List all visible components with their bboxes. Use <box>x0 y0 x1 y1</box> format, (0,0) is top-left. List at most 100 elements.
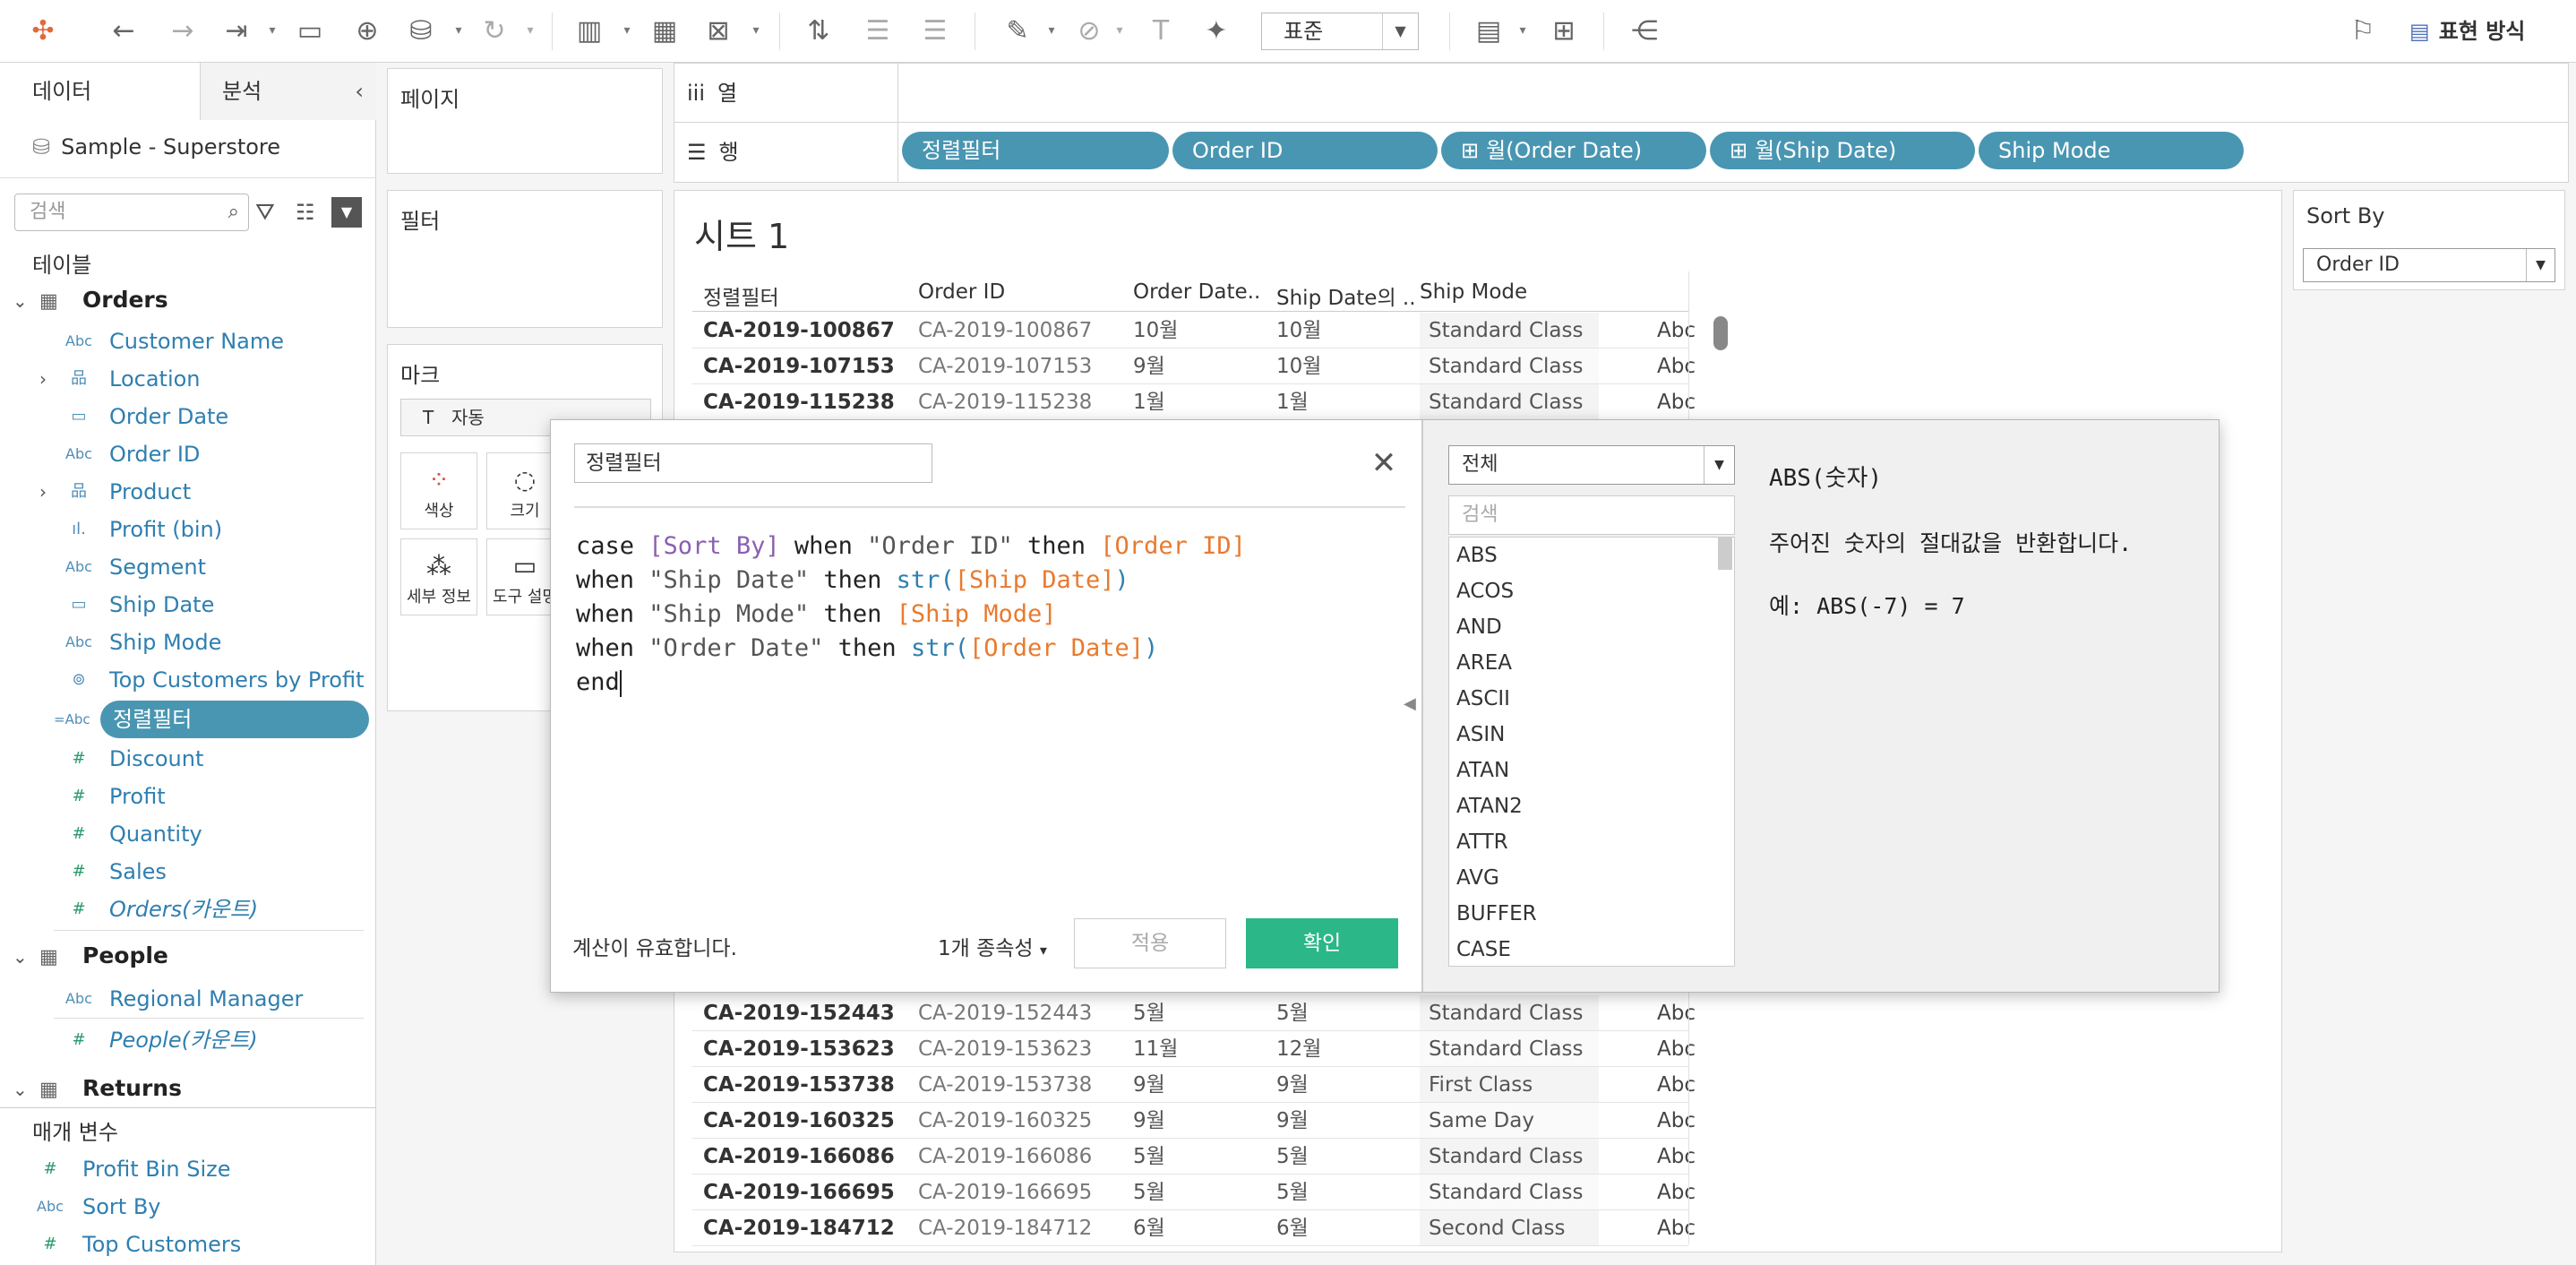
sort-ascending-icon[interactable]: ☰ <box>860 13 896 49</box>
table-row[interactable]: CA-2019-153738 CA-2019-153738 9월 9월 First Cl… <box>692 1067 2371 1103</box>
highlight-icon[interactable]: ✎ <box>1000 13 1035 49</box>
header-order-id[interactable]: Order ID <box>918 280 1005 304</box>
swap-rows-columns-icon[interactable]: ⇅ <box>801 13 837 49</box>
sort-descending-icon[interactable]: ☰ <box>917 13 953 49</box>
function-item[interactable]: ATAN2 <box>1456 788 1523 824</box>
view-size-select[interactable]: 표준 ▼ <box>1261 13 1419 50</box>
function-search-input[interactable]: 검색 <box>1448 495 1735 535</box>
table-row[interactable]: CA-2019-115238 CA-2019-115238 1월 1월 Standard… <box>692 384 2371 420</box>
tab-analysis[interactable]: 분석 <box>201 63 376 120</box>
header-order-date[interactable]: Order Date.. <box>1133 280 1260 304</box>
guide-icon[interactable]: ⚐ <box>2345 13 2381 49</box>
tableau-logo-icon[interactable]: ✣ <box>25 13 61 49</box>
table-row[interactable]: CA-2019-153623 CA-2019-153623 11월 12월 Standa… <box>692 1031 2371 1067</box>
row-pill-month-order-date[interactable]: ⊞ 월(Order Date) <box>1441 132 1706 169</box>
orders-collapse-icon[interactable]: ⌄ <box>13 290 28 312</box>
row-pill-sort-filter[interactable]: 정렬필터 <box>902 132 1169 169</box>
fix-axes-icon[interactable]: ✦ <box>1198 13 1234 49</box>
row-pill-ship-mode[interactable]: Ship Mode <box>1979 132 2244 169</box>
table-returns[interactable]: Returns <box>82 1075 182 1101</box>
ok-button[interactable]: 확인 <box>1246 918 1398 968</box>
vertical-scrollbar[interactable] <box>1713 316 1728 350</box>
filter-icon[interactable]: ⛛ <box>255 194 282 231</box>
datasource-icon[interactable]: ⛁ <box>403 13 439 49</box>
redo-icon[interactable]: → <box>165 13 201 49</box>
header-ship-mode[interactable]: Ship Mode <box>1420 280 1527 304</box>
dependencies-dropdown[interactable]: 1개 종속성 ▾ <box>938 931 1047 961</box>
cell-order-date-month: 9월 <box>1133 355 1165 378</box>
formula-editor[interactable]: case [Sort By] when "Order ID" then [Ord… <box>576 529 1246 700</box>
tab-data[interactable]: 데이터 <box>0 63 201 120</box>
close-icon[interactable]: ✕ <box>1366 445 1402 481</box>
show-me-button[interactable]: ▤ 표현 방식 <box>2409 13 2525 50</box>
function-item[interactable]: CASE <box>1456 932 1511 966</box>
table-orders[interactable]: Orders <box>82 287 168 313</box>
show-cards-icon[interactable]: ▤ <box>1471 13 1507 49</box>
parameter-select[interactable]: Order ID ▼ <box>2303 248 2555 282</box>
function-item[interactable]: AREA <box>1456 645 1512 681</box>
pages-card[interactable]: 페이지 <box>387 68 663 174</box>
chevron-down-icon[interactable]: ▼ <box>331 197 362 228</box>
collapse-pane-icon[interactable]: ‹ <box>355 63 364 120</box>
group-dropdown-icon[interactable]: ▾ <box>1112 23 1127 38</box>
chevron-right-icon[interactable]: › <box>39 360 47 398</box>
function-item[interactable]: ACOS <box>1456 573 1514 609</box>
function-item[interactable]: AVG <box>1456 860 1499 896</box>
columns-shelf[interactable]: iii 열 <box>674 63 2569 124</box>
marks-detail-button[interactable]: ⁂ 세부 정보 <box>400 538 477 615</box>
function-category-select[interactable]: 전체 ▼ <box>1448 445 1735 485</box>
highlight-dropdown-icon[interactable]: ▾ <box>1044 23 1059 38</box>
function-item[interactable]: ATAN <box>1456 753 1509 788</box>
datasource-dropdown-icon[interactable]: ▾ <box>451 23 466 38</box>
replay-dropdown-icon[interactable]: ▾ <box>265 23 279 38</box>
refresh-dropdown-icon[interactable]: ▾ <box>523 23 537 38</box>
people-collapse-icon[interactable]: ⌄ <box>13 946 28 968</box>
new-sheet-dropdown-icon[interactable]: ▾ <box>620 23 634 38</box>
chevron-right-icon[interactable]: › <box>39 473 47 511</box>
returns-collapse-icon[interactable]: ⌄ <box>13 1079 28 1100</box>
function-item[interactable]: AND <box>1456 609 1502 645</box>
new-datasource-icon[interactable]: ⊕ <box>349 13 385 49</box>
new-sheet-icon[interactable]: ▥ <box>571 13 607 49</box>
collapse-functions-icon[interactable]: ◀ <box>1404 694 1416 713</box>
save-icon[interactable]: ▭ <box>292 13 328 49</box>
filters-card[interactable]: 필터 <box>387 190 663 328</box>
table-row[interactable]: CA-2019-107153 CA-2019-107153 9월 10월 Standar… <box>692 349 2371 384</box>
show-cards-dropdown-icon[interactable]: ▾ <box>1516 23 1530 38</box>
view-list-icon[interactable]: ☷ <box>296 194 322 231</box>
undo-icon[interactable]: ← <box>106 13 142 49</box>
clear-sheet-dropdown-icon[interactable]: ▾ <box>749 23 763 38</box>
table-row[interactable]: CA-2019-100867 CA-2019-100867 10월 10월 Standa… <box>692 313 2371 349</box>
field-search-input[interactable]: 검색 ⌕ <box>14 194 249 231</box>
function-item[interactable]: ABS <box>1456 538 1498 573</box>
header-ship-date[interactable]: Ship Date의 .. <box>1276 280 1416 311</box>
table-row[interactable]: CA-2019-152443 CA-2019-152443 5월 5월 Standard… <box>692 995 2371 1031</box>
function-item[interactable]: ASCII <box>1456 681 1510 717</box>
presentation-mode-icon[interactable]: ⊞ <box>1546 13 1582 49</box>
table-people[interactable]: People <box>82 942 168 968</box>
row-pill-order-id[interactable]: Order ID <box>1172 132 1438 169</box>
field-sort-filter-selected[interactable]: 정렬필터 <box>100 701 369 738</box>
apply-button[interactable]: 적용 <box>1074 918 1226 968</box>
show-mark-labels-icon[interactable]: T <box>1143 13 1179 49</box>
marks-color-button[interactable]: ⁘ 색상 <box>400 452 477 529</box>
function-item[interactable]: BUFFER <box>1456 896 1537 932</box>
rows-shelf[interactable]: ☰ 행 정렬필터 Order ID ⊞ 월(Order Date) ⊞ 월(Ship … <box>674 122 2569 183</box>
table-row[interactable]: CA-2019-166086 CA-2019-166086 5월 5월 Standard… <box>692 1139 2371 1175</box>
duplicate-sheet-icon[interactable]: ▦ <box>647 13 683 49</box>
clear-sheet-icon[interactable]: ⊠ <box>700 13 736 49</box>
group-members-icon[interactable]: ⊘ <box>1071 13 1107 49</box>
table-row[interactable]: CA-2019-166695 CA-2019-166695 5월 5월 Standard… <box>692 1175 2371 1210</box>
calculation-name-input[interactable]: 정렬필터 <box>574 443 932 483</box>
share-icon[interactable]: ⋲ <box>1627 13 1662 49</box>
function-item[interactable]: ATTR <box>1456 824 1508 860</box>
refresh-icon[interactable]: ↻ <box>477 13 512 49</box>
table-row[interactable]: CA-2019-184712 CA-2019-184712 6월 6월 Second C… <box>692 1210 2371 1246</box>
header-sort-filter[interactable]: 정렬필터 <box>703 280 779 311</box>
row-pill-month-ship-date[interactable]: ⊞ 월(Ship Date) <box>1710 132 1975 169</box>
datasource-item[interactable]: ⛁ Sample - Superstore <box>32 127 280 167</box>
function-item[interactable]: ASIN <box>1456 717 1505 753</box>
function-list-scrollbar[interactable] <box>1718 538 1732 570</box>
replay-icon[interactable]: ⇥ <box>219 13 254 49</box>
table-row[interactable]: CA-2019-160325 CA-2019-160325 9월 9월 Same Day… <box>692 1103 2371 1139</box>
